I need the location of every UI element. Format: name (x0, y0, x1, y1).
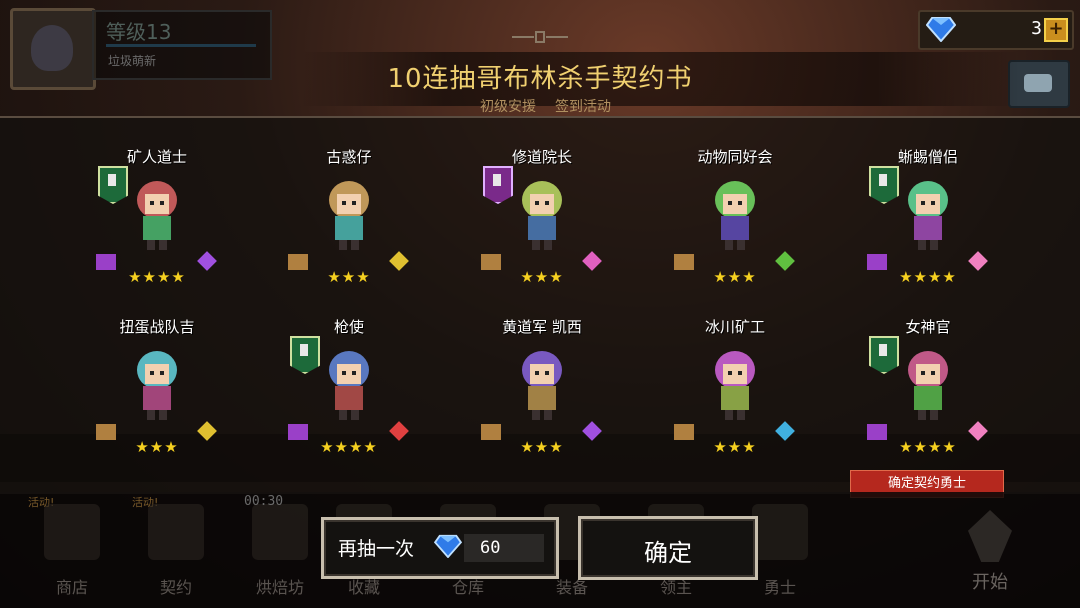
start-label: 开始 (972, 572, 1008, 593)
hero-sprite (908, 351, 948, 420)
hero-card[interactable]: 矿人道士 ★★★★ (82, 142, 232, 302)
hero-card[interactable]: 女神官 ★★★★ (853, 312, 1003, 472)
hero-name: 动物同好会 (697, 148, 773, 166)
hero-sprite (908, 181, 948, 250)
hero-card[interactable]: 枪使 ★★★★ (274, 312, 424, 472)
hint-beginner: 初级安援 (480, 99, 536, 115)
nav-item[interactable]: 活动! 商店 (28, 496, 116, 602)
hero-sprite (522, 181, 562, 250)
star-rating: ★★★ (713, 268, 757, 286)
rank-banner-icon (290, 336, 320, 374)
star-rating: ★★★ (520, 438, 564, 456)
hero-name: 矿人道士 (126, 148, 187, 166)
star-rating: ★★★ (520, 268, 564, 286)
draw-again-label: 再抽一次 (338, 538, 415, 560)
gem-counter: 3 + (918, 10, 1074, 50)
rank-banner-icon (869, 166, 899, 204)
hero-name: 蜥蜴僧侣 (897, 148, 958, 166)
hero-name: 女神官 (905, 318, 951, 336)
hero-card[interactable]: 黄道军 凯西 ★★★ (467, 312, 617, 472)
nav-icon (752, 504, 808, 560)
star-rating: ★★★ (135, 438, 179, 456)
hero-card[interactable]: 古惑仔 ★★★ (274, 142, 424, 302)
star-rating: ★★★★ (320, 438, 378, 456)
sword-icon (968, 510, 1012, 562)
hero-name: 修道院长 (511, 148, 572, 166)
gem-icon (926, 17, 956, 42)
start-button[interactable]: 开始 (934, 506, 1046, 602)
player-level: 等级13 (106, 20, 172, 44)
hero-card[interactable]: 蜥蜴僧侣 ★★★★ (853, 142, 1003, 302)
draw-cost: 60 (464, 534, 544, 562)
nav-item[interactable]: 烘焙坊 (236, 498, 324, 602)
hero-sprite (522, 351, 562, 420)
confirm-label: 确定 (644, 539, 692, 567)
hero-sprite (137, 181, 177, 250)
nav-icon (44, 504, 100, 560)
rank-banner-icon (98, 166, 128, 204)
hero-name: 冰川矿工 (704, 318, 765, 336)
hero-card[interactable]: 扭蛋战队吉 ★★★ (82, 312, 232, 472)
rank-banner-icon (869, 336, 899, 374)
nav-icon (252, 504, 308, 560)
nav-label: 烘焙坊 (255, 578, 304, 597)
hint-checkin: 签到活动 (555, 99, 611, 115)
hero-sprite (329, 351, 369, 420)
hero-sprite (715, 181, 755, 250)
bakery-timer: 00:30 (244, 494, 284, 509)
hero-name: 枪使 (333, 318, 364, 336)
gacha-title: 10连抽哥布林杀手契约书 (387, 64, 693, 94)
hero-card[interactable]: 动物同好会 ★★★ (660, 142, 810, 302)
rank-banner-icon (483, 166, 513, 204)
hero-name: 黄道军 凯西 (502, 318, 582, 336)
gem-icon (434, 534, 462, 558)
star-rating: ★★★ (713, 438, 757, 456)
ornament-icon (512, 31, 568, 43)
gem-count: 3 (1031, 18, 1042, 39)
star-rating: ★★★★ (128, 268, 186, 286)
star-rating: ★★★ (327, 268, 371, 286)
nav-label: 商店 (55, 578, 88, 597)
hero-card[interactable]: 修道院长 ★★★ (467, 142, 617, 302)
hero-sprite (137, 351, 177, 420)
exp-bar (106, 44, 256, 47)
draw-again-button[interactable]: 再抽一次 60 (321, 517, 559, 579)
nav-label: 契约 (159, 578, 192, 597)
add-gems-button[interactable]: + (1044, 18, 1068, 42)
nav-icon (148, 504, 204, 560)
hero-sprite (715, 351, 755, 420)
star-rating: ★★★★ (899, 268, 957, 286)
hero-name: 扭蛋战队吉 (119, 318, 195, 336)
hero-sprite (329, 181, 369, 250)
hero-name: 古惑仔 (326, 148, 372, 166)
confirm-button[interactable]: 确定 (578, 516, 758, 580)
hero-card[interactable]: 冰川矿工 ★★★ (660, 312, 810, 472)
nav-item[interactable]: 活动! 契约 (132, 496, 220, 602)
star-rating: ★★★★ (899, 438, 957, 456)
